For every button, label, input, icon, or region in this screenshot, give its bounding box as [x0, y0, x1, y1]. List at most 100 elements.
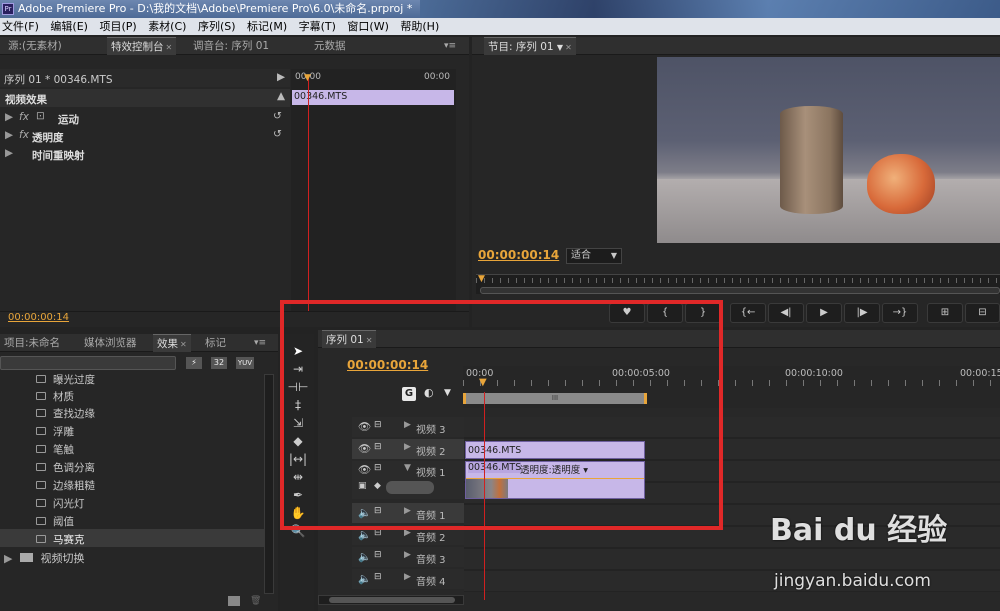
- vertical-scrollbar[interactable]: [264, 374, 274, 594]
- 32bit-effects-badge[interactable]: 32: [211, 357, 227, 369]
- sync-lock-icon[interactable]: ⊟: [374, 550, 382, 560]
- effect-opacity[interactable]: ▶ fx 透明度 ↺: [0, 127, 290, 145]
- go-to-in-button[interactable]: {←: [730, 303, 766, 323]
- effect-controls-header: 序列 01 * 00346.MTS ▶: [0, 69, 290, 87]
- list-item[interactable]: 阈值: [36, 514, 74, 529]
- yuv-effects-badge[interactable]: YUV: [236, 357, 254, 369]
- tab-program-label: 节目: 序列 01: [488, 41, 554, 53]
- effect-preset-icon: [36, 463, 46, 471]
- effect-preset-icon: [36, 535, 46, 543]
- tab-project[interactable]: 项目:未命名: [0, 334, 64, 352]
- track-label-a2: 音频 2: [416, 533, 446, 544]
- accelerated-effects-icon[interactable]: ⚡: [186, 357, 202, 369]
- list-item-label: 查找边缘: [53, 408, 95, 420]
- expand-arrow-icon[interactable]: ▶: [277, 71, 285, 83]
- effect-controls-clip[interactable]: 00346.MTS: [292, 90, 454, 105]
- ruler-ticks: [476, 278, 1000, 283]
- extract-button[interactable]: ⊟: [965, 303, 1000, 323]
- folder-row[interactable]: ▶ 视频切换: [4, 550, 84, 566]
- disclosure-triangle-icon[interactable]: ▶: [5, 111, 13, 123]
- menu-edit[interactable]: 编辑(E): [48, 20, 94, 33]
- effect-preset-icon: [36, 517, 46, 525]
- disclosure-triangle-icon[interactable]: ▶: [4, 552, 12, 565]
- tab-effect-controls-label: 特效控制台: [111, 41, 164, 53]
- list-item[interactable]: 浮雕: [36, 424, 74, 439]
- list-item[interactable]: 材质: [36, 389, 74, 404]
- menu-window[interactable]: 窗口(W): [345, 20, 394, 33]
- tab-program[interactable]: 节目: 序列 01 ▼ ✕: [484, 37, 576, 55]
- track-label-a3: 音频 3: [416, 555, 446, 566]
- tab-effect-controls[interactable]: 特效控制台 ✕: [107, 37, 177, 55]
- highlight-box: [280, 300, 723, 530]
- menu-marker[interactable]: 标记(M): [245, 20, 293, 33]
- program-tabs: 节目: 序列 01 ▼ ✕: [472, 37, 1000, 55]
- playhead-marker-icon[interactable]: ▼: [478, 274, 485, 284]
- effect-time-remap[interactable]: ▶ 时间重映射: [0, 145, 290, 163]
- menu-file[interactable]: 文件(F): [0, 20, 45, 33]
- fx-icon[interactable]: fx: [19, 111, 29, 123]
- dropdown-icon[interactable]: ▼: [557, 43, 563, 52]
- reset-icon[interactable]: ↺: [273, 110, 282, 122]
- tab-metadata[interactable]: 元数据: [310, 37, 350, 55]
- list-item[interactable]: 笔触: [36, 442, 74, 457]
- panel-menu-icon[interactable]: ▾≡: [440, 37, 460, 55]
- list-item[interactable]: 边缘粗糙: [36, 478, 95, 493]
- tab-effects[interactable]: 效果 ✕: [153, 334, 191, 352]
- tab-audio-mixer[interactable]: 调音台: 序列 01: [189, 37, 273, 55]
- zoom-scrollbar[interactable]: [480, 287, 1000, 294]
- menu-project[interactable]: 项目(P): [97, 20, 142, 33]
- play-button[interactable]: ▶: [806, 303, 842, 323]
- close-icon[interactable]: ✕: [166, 43, 173, 52]
- lift-button[interactable]: ⊞: [927, 303, 963, 323]
- tab-markers[interactable]: 标记: [201, 334, 230, 352]
- list-item[interactable]: 色调分离: [36, 460, 95, 475]
- go-to-out-button[interactable]: →}: [882, 303, 918, 323]
- close-icon[interactable]: ✕: [180, 340, 187, 349]
- effect-preset-icon: [36, 392, 46, 400]
- list-item-selected[interactable]: 马赛克: [36, 532, 85, 547]
- dropdown-icon: ▼: [610, 251, 617, 260]
- list-item-label: 曝光过度: [53, 374, 95, 386]
- menu-sequence[interactable]: 序列(S): [196, 20, 242, 33]
- sequence-clip-label: 序列 01 * 00346.MTS: [4, 74, 113, 86]
- menu-title[interactable]: 字幕(T): [297, 20, 342, 33]
- effect-motion[interactable]: ▶ fx ⊡ 运动 ↺: [0, 109, 290, 127]
- tab-source[interactable]: 源:(无素材): [4, 37, 66, 55]
- track-header-a4: 🔈 ⊟ ▶ 音频 4: [352, 569, 464, 589]
- list-item-label: 马赛克: [53, 534, 85, 546]
- menu-help[interactable]: 帮助(H): [398, 20, 445, 33]
- menu-clip[interactable]: 素材(C): [146, 20, 192, 33]
- step-back-button[interactable]: ◀|: [768, 303, 804, 323]
- effects-list: 曝光过度 材质 查找边缘 浮雕 笔触 色调分离 边缘粗糙 闪光灯 阈值 马赛克 …: [0, 374, 264, 604]
- panel-menu-icon[interactable]: ▾≡: [250, 334, 270, 352]
- scroll-thumb[interactable]: [329, 597, 455, 603]
- timeline-hscrollbar[interactable]: [318, 595, 464, 605]
- list-item[interactable]: 查找边缘: [36, 406, 95, 421]
- sync-lock-icon[interactable]: ⊟: [374, 572, 382, 582]
- effect-controls-timecode[interactable]: 00:00:00:14: [8, 312, 69, 323]
- folder-label: 视频切换: [40, 552, 85, 565]
- playhead-marker-icon[interactable]: ▼: [304, 73, 311, 83]
- list-item[interactable]: 闪光灯: [36, 496, 85, 511]
- search-input[interactable]: [0, 356, 176, 370]
- disclosure-triangle-icon[interactable]: ▶: [404, 550, 411, 560]
- speaker-icon[interactable]: 🔈: [358, 572, 371, 585]
- fit-dropdown[interactable]: 适合 ▼: [566, 248, 622, 264]
- new-bin-icon[interactable]: [228, 596, 240, 606]
- reset-icon[interactable]: ↺: [273, 128, 282, 140]
- collapse-icon[interactable]: ▲: [277, 90, 285, 102]
- program-timecode[interactable]: 00:00:00:14: [478, 248, 559, 262]
- speaker-icon[interactable]: 🔈: [358, 550, 371, 563]
- fx-icon[interactable]: fx: [19, 129, 29, 141]
- disclosure-triangle-icon[interactable]: ▶: [5, 129, 13, 141]
- effect-preset-icon: [36, 427, 46, 435]
- program-time-ruler[interactable]: ▼: [476, 274, 1000, 294]
- tab-media-browser[interactable]: 媒体浏览器: [80, 334, 141, 352]
- disclosure-triangle-icon[interactable]: ▶: [404, 572, 411, 582]
- effect-preset-icon: [36, 409, 46, 417]
- list-item[interactable]: 曝光过度: [36, 374, 95, 387]
- step-forward-button[interactable]: |▶: [844, 303, 880, 323]
- close-icon[interactable]: ✕: [565, 43, 572, 52]
- delete-icon[interactable]: 🗑: [250, 596, 261, 606]
- disclosure-triangle-icon[interactable]: ▶: [5, 147, 13, 159]
